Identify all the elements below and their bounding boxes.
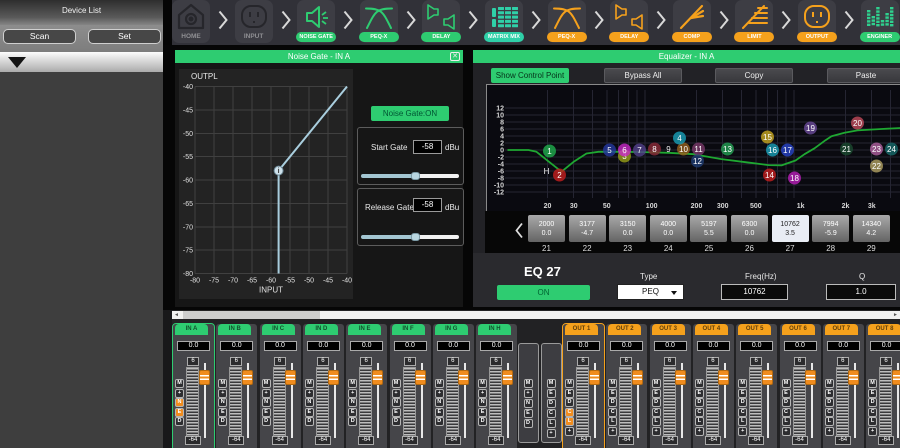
- svg-text:H: H: [543, 167, 549, 176]
- svg-text:1: 1: [547, 147, 552, 156]
- svg-text:50: 50: [602, 203, 610, 210]
- svg-text:12: 12: [693, 157, 702, 166]
- svg-text:-75: -75: [183, 248, 193, 255]
- svg-text:9: 9: [666, 145, 671, 154]
- svg-text:17: 17: [783, 146, 792, 155]
- svg-text:10: 10: [496, 113, 504, 120]
- svg-text:-40: -40: [342, 278, 352, 285]
- svg-text:INPUT: INPUT: [259, 286, 283, 295]
- svg-text:-45: -45: [323, 278, 333, 285]
- svg-text:30: 30: [569, 203, 577, 210]
- svg-text:6: 6: [500, 127, 504, 134]
- svg-text:-80: -80: [190, 278, 200, 285]
- svg-text:i: i: [278, 168, 280, 175]
- svg-text:15: 15: [763, 133, 772, 142]
- svg-text:5: 5: [607, 146, 612, 155]
- svg-text:-80: -80: [183, 271, 193, 278]
- svg-text:11: 11: [694, 145, 703, 154]
- svg-text:-50: -50: [183, 131, 193, 138]
- svg-text:4: 4: [677, 134, 682, 143]
- svg-text:22: 22: [872, 162, 881, 171]
- svg-text:-12: -12: [493, 190, 503, 197]
- svg-text:-55: -55: [183, 154, 193, 161]
- svg-text:-65: -65: [183, 201, 193, 208]
- svg-text:0: 0: [500, 148, 504, 155]
- svg-text:-60: -60: [183, 178, 193, 185]
- svg-text:-60: -60: [266, 278, 276, 285]
- svg-text:OUTPL: OUTPL: [191, 72, 218, 81]
- svg-text:20: 20: [543, 203, 551, 210]
- svg-text:300: 300: [716, 203, 728, 210]
- svg-text:19: 19: [806, 124, 815, 133]
- svg-text:24: 24: [887, 145, 896, 154]
- svg-text:-40: -40: [183, 84, 193, 91]
- svg-text:8: 8: [652, 145, 657, 154]
- svg-text:-10: -10: [493, 183, 503, 190]
- svg-text:-2: -2: [497, 155, 503, 162]
- svg-text:-55: -55: [285, 278, 295, 285]
- svg-text:13: 13: [723, 145, 732, 154]
- svg-text:-70: -70: [228, 278, 238, 285]
- svg-text:3k: 3k: [867, 203, 875, 210]
- svg-text:-8: -8: [497, 176, 503, 183]
- svg-text:1k: 1k: [796, 203, 804, 210]
- svg-text:8: 8: [500, 120, 504, 127]
- svg-text:20: 20: [853, 119, 862, 128]
- svg-text:16: 16: [768, 146, 777, 155]
- svg-text:6: 6: [622, 146, 627, 155]
- svg-text:-65: -65: [247, 278, 257, 285]
- svg-text:2: 2: [557, 171, 562, 180]
- svg-text:-45: -45: [183, 107, 193, 114]
- svg-text:4: 4: [500, 134, 504, 141]
- svg-text:2: 2: [500, 141, 504, 148]
- svg-text:14: 14: [765, 171, 774, 180]
- svg-text:-50: -50: [304, 278, 314, 285]
- svg-text:12: 12: [496, 106, 504, 113]
- svg-text:7: 7: [637, 146, 642, 155]
- svg-text:-4: -4: [497, 162, 503, 169]
- svg-text:23: 23: [872, 145, 881, 154]
- svg-text:2k: 2k: [841, 203, 849, 210]
- svg-text:21: 21: [842, 145, 851, 154]
- svg-text:-70: -70: [183, 224, 193, 231]
- svg-text:500: 500: [749, 203, 761, 210]
- svg-text:-6: -6: [497, 169, 503, 176]
- svg-text:200: 200: [690, 203, 702, 210]
- svg-text:100: 100: [645, 203, 657, 210]
- svg-text:-75: -75: [209, 278, 219, 285]
- svg-text:10: 10: [679, 145, 688, 154]
- svg-text:18: 18: [790, 174, 799, 183]
